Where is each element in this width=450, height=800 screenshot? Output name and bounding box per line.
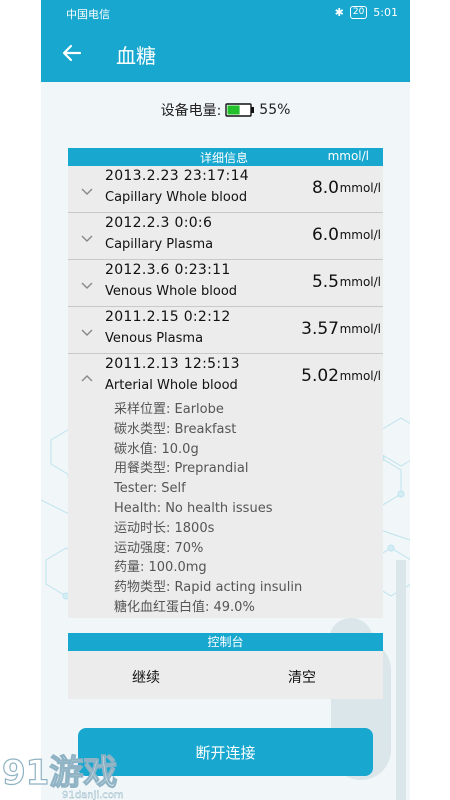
device-battery-level: 55% (259, 102, 291, 118)
record-time: 2011.2.13 12:5:13 (105, 356, 240, 372)
battery-icon (225, 103, 255, 117)
record-value: 8.0 (311, 178, 339, 198)
carrier-label: 中国电信 (66, 8, 110, 21)
console-panel: 控制台 继续 清空 (68, 633, 383, 699)
detail-line: 用餐类型: Preprandial (114, 461, 249, 477)
detail-header-title: 详细信息 (200, 151, 249, 165)
status-icons: ✱ 20 5:01 (335, 6, 398, 19)
device-battery-label: 设备电量: (160, 103, 222, 119)
detail-line: Health: No health issues (114, 500, 273, 516)
record-unit: mmol/l (339, 275, 381, 289)
record-item-expanded[interactable]: 2011.2.13 12:5:13 Arterial Whole blood 5… (68, 354, 383, 618)
record-unit: mmol/l (339, 228, 381, 242)
detail-line: 运动强度: 70% (114, 540, 204, 556)
detail-line: Tester: Self (114, 481, 186, 497)
record-sample-type: Venous Plasma (105, 331, 204, 346)
app-screen: 中国电信 ✱ 20 5:01 血糖 设备电量: 55% 详细信息 mmol/l … (41, 0, 410, 800)
chevron-down-icon (81, 188, 93, 195)
device-battery-row: 设备电量: 55% (41, 100, 410, 120)
record-sample-type: Arterial Whole blood (105, 378, 238, 393)
chevron-down-icon (81, 282, 93, 289)
clear-button[interactable]: 清空 (288, 667, 316, 687)
record-time: 2013.2.23 23:17:14 (105, 168, 249, 184)
record-item[interactable]: 2012.3.6 0:23:11 Venous Whole blood 5.5 … (68, 260, 383, 307)
record-sample-type: Venous Whole blood (105, 284, 238, 299)
record-value: 6.0 (311, 225, 339, 245)
watermark-logo: 91游戏 91danji.com (1, 752, 124, 800)
bluetooth-icon: ✱ (334, 6, 344, 19)
detail-line: 采样位置: Earlobe (114, 402, 224, 417)
detail-line: 碳水类型: Breakfast (114, 421, 237, 437)
record-value: 5.02 (301, 366, 339, 386)
record-value: 5.5 (311, 272, 339, 292)
clock: 5:01 (373, 6, 398, 19)
detail-line: 碳水值: 10.0g (114, 441, 199, 457)
record-time: 2012.3.6 0:23:11 (105, 262, 231, 278)
svg-text:91游戏: 91游戏 (2, 753, 117, 793)
record-time: 2012.2.3 0:0:6 (105, 215, 213, 231)
record-unit: mmol/l (339, 322, 381, 336)
record-sample-type: Capillary Plasma (105, 237, 214, 252)
record-unit: mmol/l (339, 181, 381, 195)
console-title: 控制台 (68, 633, 383, 651)
chevron-up-icon (81, 375, 93, 382)
battery-percent: 20 (349, 6, 368, 19)
record-sample-type: Capillary Whole blood (105, 190, 248, 205)
record-item[interactable]: 2011.2.15 0:2:12 Venous Plasma 3.57 mmol… (68, 307, 383, 354)
detail-line: 运动时长: 1800s (114, 520, 215, 536)
app-bar: 血糖 (41, 26, 410, 82)
page-title: 血糖 (116, 44, 156, 68)
status-bar: 中国电信 ✱ 20 5:01 (41, 0, 410, 26)
detail-line: 药物类型: Rapid acting insulin (114, 580, 303, 596)
detail-line: 药量: 100.0mg (114, 560, 207, 576)
detail-card: 详细信息 mmol/l 2013.2.23 23:17:14 Capillary… (68, 148, 383, 618)
arrow-left-icon[interactable] (59, 40, 85, 66)
chevron-down-icon (81, 235, 93, 242)
record-item[interactable]: 2012.2.3 0:0:6 Capillary Plasma 6.0 mmol… (68, 213, 383, 260)
detail-card-header: 详细信息 mmol/l (68, 148, 383, 166)
chevron-down-icon (81, 329, 93, 336)
detail-line: 糖化血红蛋白值: 49.0% (114, 599, 255, 615)
record-details: 采样位置: Earlobe 碳水类型: Breakfast 碳水值: 10.0g… (114, 400, 302, 618)
svg-text:91danji.com: 91danji.com (62, 790, 124, 800)
record-unit: mmol/l (339, 369, 381, 383)
detail-header-unit: mmol/l (327, 149, 369, 163)
continue-button[interactable]: 继续 (132, 667, 160, 687)
record-value: 3.57 (301, 319, 339, 339)
record-time: 2011.2.15 0:2:12 (105, 309, 231, 325)
record-item[interactable]: 2013.2.23 23:17:14 Capillary Whole blood… (68, 166, 383, 213)
